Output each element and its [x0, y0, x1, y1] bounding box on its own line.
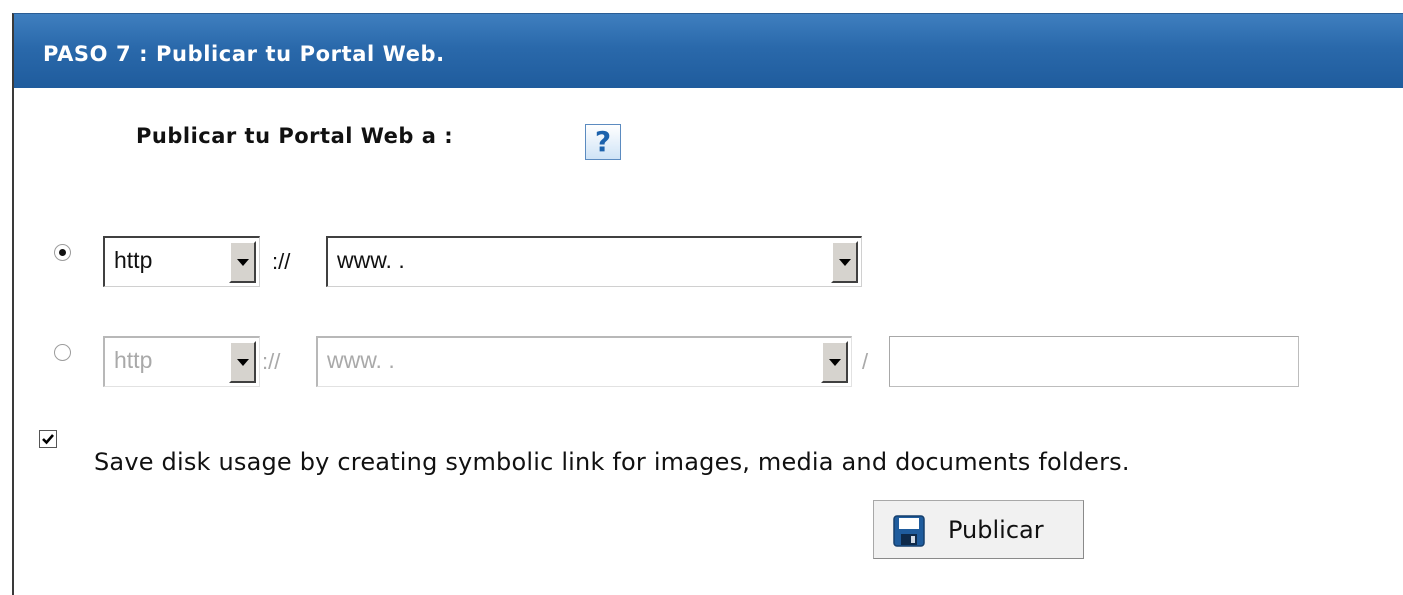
check-icon	[42, 434, 54, 445]
symlink-checkbox[interactable]	[39, 430, 57, 448]
path-input[interactable]	[889, 336, 1299, 387]
domain-select-2[interactable]: www. .	[316, 336, 852, 387]
radio-option-domain[interactable]	[54, 244, 71, 261]
domain-value-2: www. .	[327, 347, 395, 373]
protocol-select-1[interactable]: http	[103, 236, 260, 287]
panel-header: PASO 7 : Publicar tu Portal Web.	[14, 14, 1403, 88]
domain-value-1: www. .	[337, 247, 405, 273]
chevron-down-icon[interactable]	[229, 241, 256, 283]
chevron-down-icon[interactable]	[229, 341, 256, 383]
protocol-value-2: http	[114, 347, 153, 373]
radio-option-domain-path[interactable]	[54, 344, 71, 361]
scheme-separator-1: ://	[272, 249, 291, 274]
publish-button[interactable]: Publicar	[873, 500, 1084, 559]
protocol-select-2[interactable]: http	[103, 336, 260, 387]
publish-button-label: Publicar	[948, 516, 1044, 544]
chevron-down-icon[interactable]	[831, 241, 858, 283]
path-separator: /	[862, 349, 869, 374]
floppy-disk-icon	[893, 515, 925, 547]
publish-to-label: Publicar tu Portal Web a :	[136, 124, 454, 148]
scheme-separator-2: ://	[262, 349, 281, 374]
domain-select-1[interactable]: www. .	[326, 236, 862, 287]
publish-panel: PASO 7 : Publicar tu Portal Web.	[12, 13, 1403, 595]
panel-title: PASO 7 : Publicar tu Portal Web.	[43, 42, 445, 66]
symlink-label: Save disk usage by creating symbolic lin…	[94, 448, 1130, 476]
chevron-down-icon[interactable]	[821, 341, 848, 383]
help-question-icon[interactable]: ?	[585, 124, 621, 160]
protocol-value-1: http	[114, 247, 153, 273]
